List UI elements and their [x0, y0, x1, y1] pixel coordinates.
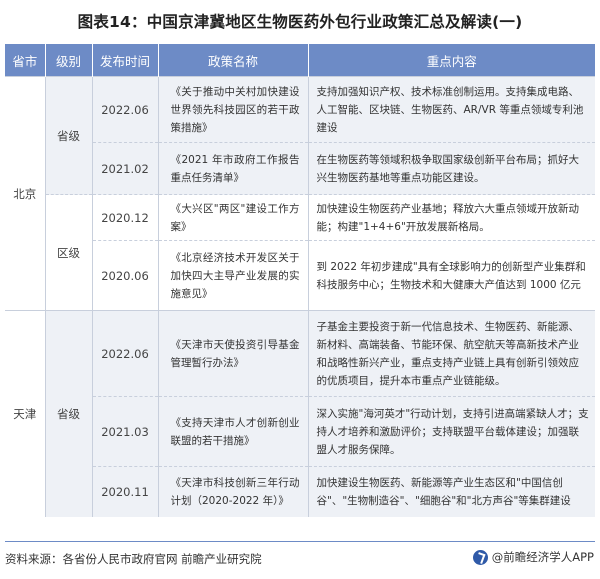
policy-name-cell: 《大兴区"两区"建设工作方案》: [157, 194, 308, 241]
content-cell: 在生物医药等领域积极争取国家级创新平台布局；抓好大兴生物医药基地等重点功能区建设…: [307, 142, 595, 195]
policy-name-cell: 《支持天津市人才创新创业联盟的若干措施》: [157, 396, 308, 467]
content-cell: 加快建设生物医药、新能源等产业生态区和"中国信创谷"、"生物制造谷"、"细胞谷"…: [307, 466, 595, 517]
table-row: 区级 2020.12 《大兴区"两区"建设工作方案》 加快建设生物医药产业基地；…: [5, 194, 595, 311]
content-cell: 加快建设生物医药产业基地；释放六大重点领域开放新动能；构建"1+4+6"开放发展…: [307, 194, 595, 241]
table-row: 北京 省级 2022.06 《关于推动中关村加快建设世界领先科技园区的若干政策措…: [5, 76, 595, 311]
province-cell: 北京: [5, 76, 45, 311]
table-row: 2021.02 《2021 年市政府工作报告重点任务清单》 在生物医药等领域积极…: [5, 142, 595, 195]
content-cell: 支持加强知识产权、技术标准创制运用。支持集成电路、人工智能、区块链、生物医药、A…: [307, 76, 595, 143]
brand-logo-icon: [472, 549, 488, 565]
policy-name-cell: 《2021 年市政府工作报告重点任务清单》: [157, 142, 308, 195]
policy-name-cell: 《天津市科技创新三年行动计划（2020-2022 年）》: [157, 466, 308, 517]
header-key-content: 重点内容: [308, 44, 595, 77]
province-cell: 天津: [5, 310, 45, 517]
table-row: 2020.11 《天津市科技创新三年行动计划（2020-2022 年）》 加快建…: [5, 466, 595, 517]
level-cell: 省级: [44, 76, 92, 195]
table-row: 天津 省级 2022.06 《天津市天使投资引导基金管理暂行办法》 子基金主要投…: [5, 310, 595, 517]
header-row: 省市 级别 发布时间 政策名称 重点内容: [5, 44, 595, 77]
date-cell: 2020.06: [91, 240, 158, 311]
chart-title: 图表14：中国京津冀地区生物医药外包行业政策汇总及解读(一): [77, 13, 523, 31]
date-cell: 2022.06: [91, 76, 158, 143]
content-cell: 子基金主要投资于新一代信息技术、生物医药、新能源、新材料、高端装备、节能环保、航…: [307, 310, 595, 397]
policy-table: 省市 级别 发布时间 政策名称 重点内容 北京 省级 2022.06 《关于推动…: [5, 44, 595, 517]
date-cell: 2022.06: [91, 310, 158, 397]
date-cell: 2021.02: [91, 142, 158, 195]
content-cell: 深入实施"海河英才"行动计划，支持引进高端紧缺人才；支持人才培养和激励评价；支持…: [307, 396, 595, 467]
date-cell: 2021.03: [91, 396, 158, 467]
policy-name-cell: 《天津市天使投资引导基金管理暂行办法》: [157, 310, 308, 397]
content-cell: 到 2022 年初步建成"具有全球影响力的创新型产业集群和科技服务中心；生物技术…: [307, 240, 595, 311]
level-cell: 区级: [44, 194, 92, 311]
header-province: 省市: [5, 44, 46, 77]
date-cell: 2020.11: [91, 466, 158, 517]
source-note: 资料来源：各省份人民市政府官网 前瞻产业研究院: [5, 552, 262, 566]
header-policy-name: 政策名称: [158, 44, 309, 77]
header-level: 级别: [45, 44, 93, 77]
policy-name-cell: 《关于推动中关村加快建设世界领先科技园区的若干政策措施》: [157, 76, 308, 143]
table-row: 2021.03 《支持天津市人才创新创业联盟的若干措施》 深入实施"海河英才"行…: [5, 396, 595, 467]
level-cell: 省级: [44, 310, 92, 517]
policy-name-cell: 《北京经济技术开发区关于加快四大主导产业发展的实施意见》: [157, 240, 308, 311]
table-row: 2020.06 《北京经济技术开发区关于加快四大主导产业发展的实施意见》 到 2…: [5, 240, 595, 311]
brand-text: @前瞻经济学人APP: [491, 550, 594, 564]
date-cell: 2020.12: [91, 194, 158, 241]
footer-divider: [5, 541, 595, 542]
brand-mark: @前瞻经济学人APP: [472, 549, 594, 565]
header-date: 发布时间: [92, 44, 159, 77]
